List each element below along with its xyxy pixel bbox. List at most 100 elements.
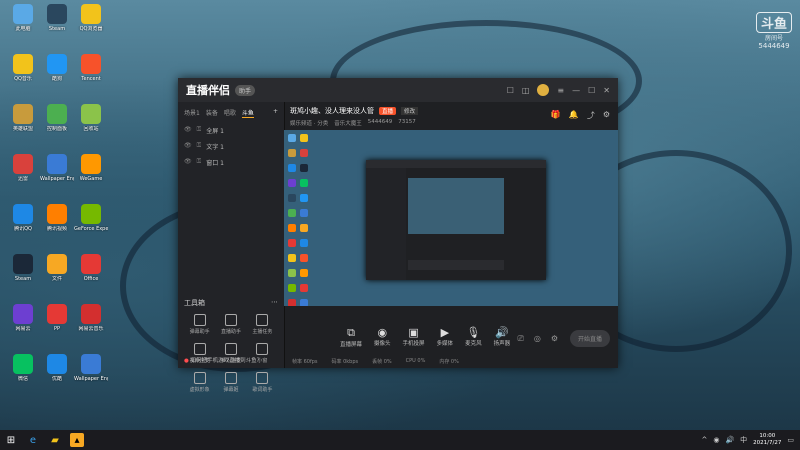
start-live-button[interactable]: 开始直播 <box>569 330 610 347</box>
tool-label: 弹幕助手 <box>189 329 210 335</box>
edge-icon[interactable]: e <box>26 433 40 447</box>
desktop-icon[interactable]: GeForce Experience <box>74 204 108 232</box>
desktop-icon[interactable]: Wallpaper Engine <box>40 154 74 182</box>
desktop-icon[interactable]: Wallpaper Engine <box>74 354 108 382</box>
tab-scene[interactable]: 唱歌 <box>224 108 236 118</box>
settings-icon[interactable]: ⚙ <box>551 334 558 344</box>
desktop-icon[interactable]: Steam <box>6 254 40 282</box>
desktop-icon-label: 腾讯视频 <box>46 226 67 232</box>
help-notice[interactable]: ● 如何把手机游戏直播到斗鱼？ <box>184 356 262 364</box>
eye-icon[interactable]: 👁 <box>184 126 192 135</box>
eye-icon[interactable]: 👁 <box>184 158 192 167</box>
desktop-icon-label: QQ浏览器 <box>79 26 103 32</box>
add-scene-icon[interactable]: + <box>273 108 278 118</box>
close-icon[interactable]: ✕ <box>603 86 610 95</box>
clock[interactable]: 10:00 2021/7/27 <box>753 433 781 447</box>
visibility-icon[interactable]: ◎ <box>534 334 541 344</box>
desktop-icon[interactable]: 微信 <box>6 354 40 382</box>
app-badge[interactable]: 助手 <box>235 84 256 96</box>
tool-icon <box>256 372 269 384</box>
tool-item[interactable]: 直播助手 <box>215 314 246 335</box>
desktop-icon[interactable]: Office <box>74 254 108 282</box>
tool-icon <box>224 343 237 355</box>
share-icon[interactable]: ⤴ <box>587 110 595 121</box>
tab-scene[interactable]: 斗鱼 <box>241 108 254 118</box>
layer-item[interactable]: 👁 ⚿ 窗口 1 <box>184 158 278 167</box>
tool-item[interactable]: 歌词助手 <box>247 372 278 393</box>
desktop-icon[interactable]: QQ音乐 <box>6 54 40 82</box>
maximize-icon[interactable]: ☐ <box>588 86 595 95</box>
notification-icon[interactable]: 🔔 <box>569 110 579 121</box>
app-icon <box>81 204 101 224</box>
desktop-icon[interactable]: 优酷 <box>40 354 74 382</box>
layer-item[interactable]: 👁 ⚿ 文字 1 <box>184 142 278 151</box>
desktop-icon[interactable]: WeGame <box>74 154 108 182</box>
preview-icon <box>288 224 296 232</box>
room-category[interactable]: 娱乐频道 · 分类 <box>290 119 328 127</box>
desktop-icon[interactable]: PP <box>40 304 74 332</box>
notification-center-icon[interactable]: ▭ <box>787 436 794 444</box>
preview-icon <box>300 254 308 262</box>
source-control[interactable]: ◉ 摄像头 <box>374 326 391 348</box>
tab-scene[interactable]: 装备 <box>206 108 218 118</box>
desktop-icon[interactable]: 腾讯视频 <box>40 204 74 232</box>
windows-start-icon[interactable]: ⊞ <box>4 433 18 447</box>
source-control[interactable]: 🔊 扬声器 <box>494 326 511 348</box>
settings-icon[interactable]: ⚙ <box>603 110 610 121</box>
volume-icon[interactable]: 🔊 <box>725 436 734 444</box>
tool-item[interactable]: 弹幕姬 <box>215 372 246 393</box>
desktop-icon-label: 此电脑 <box>15 26 31 32</box>
minimize-icon[interactable]: — <box>572 86 580 95</box>
source-control[interactable]: ▣ 手机投屏 <box>403 326 425 348</box>
toolbox-more-icon[interactable]: ⋯ <box>271 298 278 308</box>
app-icon <box>81 4 101 24</box>
tool-item[interactable]: 主播任务 <box>247 314 278 335</box>
live-tools: ⎚ ◎ ⚙ <box>517 334 558 344</box>
desktop-icon[interactable]: 网易云 <box>6 304 40 332</box>
edit-room-button[interactable]: 修改 <box>401 107 419 115</box>
stream-preview[interactable] <box>284 130 618 306</box>
tray-expand-icon[interactable]: ^ <box>701 436 707 444</box>
tool-item[interactable]: 虚拟形象 <box>184 372 215 393</box>
lock-icon[interactable]: ⚿ <box>197 158 202 167</box>
desktop-icon-label: GeForce Experience <box>74 226 108 232</box>
desktop-icon[interactable]: 此电脑 <box>6 4 40 32</box>
eye-icon[interactable]: 👁 <box>184 142 192 151</box>
desktop-icon[interactable]: QQ浏览器 <box>74 4 108 32</box>
menu-icon[interactable]: ≡ <box>557 86 564 95</box>
desktop-icon[interactable]: 控制面板 <box>40 104 74 132</box>
preview-icon <box>288 134 296 142</box>
lock-icon[interactable]: ⚿ <box>197 142 202 151</box>
record-icon[interactable]: ⎚ <box>517 334 523 344</box>
skin-icon[interactable]: ☐ <box>507 86 514 95</box>
avatar[interactable] <box>537 84 550 96</box>
ime-icon[interactable]: 中 <box>740 435 747 445</box>
desktop-icon[interactable]: 回收站 <box>74 104 108 132</box>
desktop-icon[interactable]: Tencent <box>74 54 108 82</box>
desktop-icon[interactable]: Steam <box>40 4 74 32</box>
main-area: 斑鸠小趣、没人理来没人管 直播 修改 娱乐频道 · 分类 音乐大魔王 54446… <box>284 102 618 368</box>
desktop-icon[interactable]: 网易云音乐 <box>74 304 108 332</box>
preview-icon <box>300 134 308 142</box>
desktop-icon[interactable]: 酷狗 <box>40 54 74 82</box>
live-app-taskbar-icon[interactable]: ▴ <box>70 433 84 447</box>
layer-item[interactable]: 👁 ⚿ 全屏 1 <box>184 126 278 135</box>
source-control[interactable]: 🎙 麦克风 <box>465 326 482 348</box>
app-titlebar[interactable]: 直播伴侣 助手 ☐ ◫ ≡ — ☐ ✕ <box>178 78 618 102</box>
gift-icon[interactable]: ◫ <box>522 86 530 95</box>
source-control[interactable]: ▶ 多媒体 <box>437 326 454 348</box>
desktop-icon[interactable]: 迅雷 <box>6 154 40 182</box>
gift-icon[interactable]: 🎁 <box>551 110 561 121</box>
desktop-icon[interactable]: 腾讯QQ <box>6 204 40 232</box>
desktop-icon[interactable]: 文件 <box>40 254 74 282</box>
watermark-sub: 房间号 <box>764 35 783 42</box>
file-explorer-icon[interactable]: ▰ <box>48 433 62 447</box>
network-icon[interactable]: ◉ <box>713 436 719 444</box>
room-title[interactable]: 斑鸠小趣、没人理来没人管 <box>290 106 374 116</box>
tool-item[interactable]: 弹幕助手 <box>184 314 215 335</box>
preview-icon <box>300 194 308 202</box>
tab-scene[interactable]: 场景1 <box>184 108 200 118</box>
lock-icon[interactable]: ⚿ <box>197 126 202 135</box>
source-control[interactable]: ⧉ 直播屏幕 <box>340 326 362 348</box>
desktop-icon[interactable]: 英雄联盟 <box>6 104 40 132</box>
